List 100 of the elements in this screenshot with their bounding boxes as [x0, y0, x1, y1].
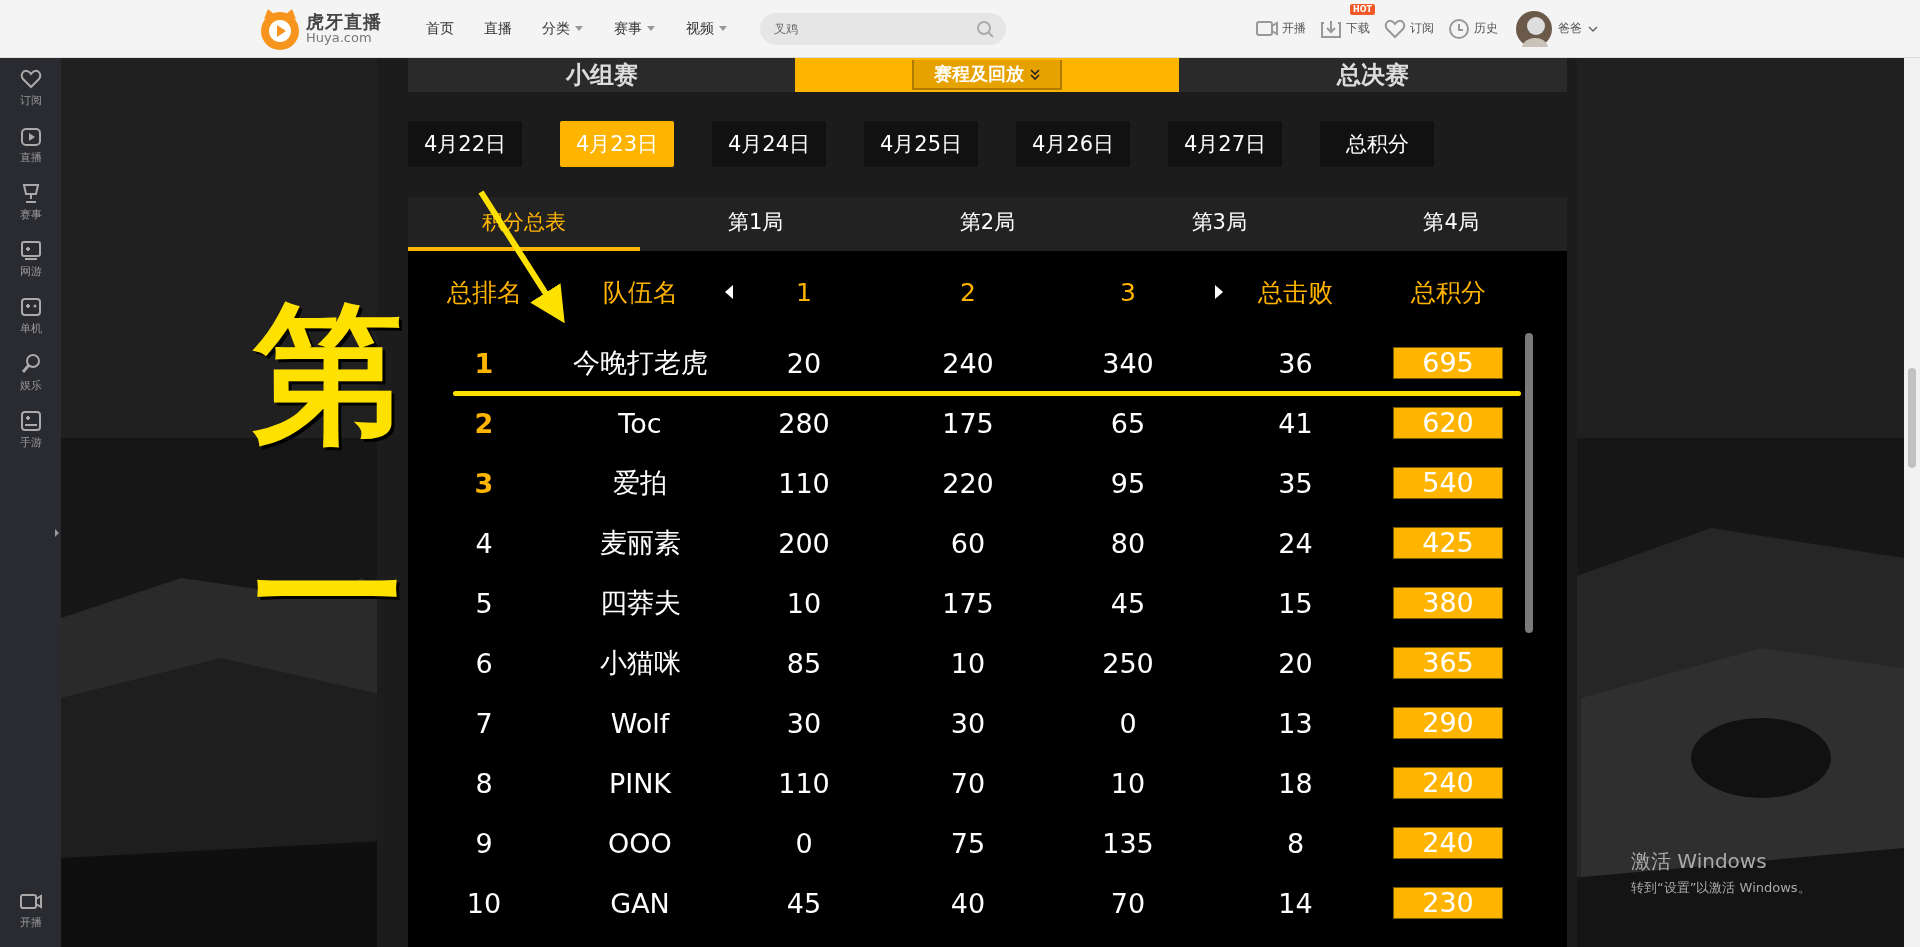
table-cell: 240: [942, 347, 994, 379]
nav-link[interactable]: 分类: [542, 19, 584, 38]
sidebar-item[interactable]: 单机: [19, 296, 42, 336]
double-chevron-icon: [1030, 68, 1040, 80]
table-cell: 10: [1110, 767, 1146, 799]
table-scrollbar[interactable]: [1525, 333, 1533, 633]
team-name: Toc: [618, 407, 662, 439]
date-button[interactable]: 4月26日: [1016, 121, 1130, 167]
search-field[interactable]: 叉鸡: [760, 12, 1006, 45]
table-cell: 8: [1286, 827, 1305, 859]
sidebar-item[interactable]: 赛事: [19, 182, 42, 222]
rank-cell: 2: [474, 407, 494, 439]
table-cell: 220: [942, 467, 994, 499]
table-cell: 70: [950, 767, 986, 799]
header-link[interactable]: 订阅: [1384, 18, 1434, 39]
tv-icon: [19, 125, 42, 147]
expand-arrow-icon: [54, 528, 60, 538]
team-name: 麦丽素: [599, 526, 681, 560]
activation-hint: 转到“设置”以激活 Windows。: [1631, 879, 1811, 897]
clock-icon: [1448, 18, 1470, 39]
gamepad-icon: [19, 296, 42, 318]
rank-cell: 5: [475, 587, 493, 619]
header-link[interactable]: 下载: [1320, 18, 1370, 39]
round-tab[interactable]: 第2局: [871, 197, 1104, 251]
team-name: GAN: [610, 887, 670, 919]
annotation-character: 一: [253, 518, 403, 668]
table-cell: 36: [1278, 347, 1313, 379]
table-cell: 70: [1110, 887, 1146, 919]
total-score: 620: [1393, 407, 1503, 439]
table-cell: 75: [950, 827, 986, 859]
table-cell: 95: [1110, 467, 1146, 499]
sidebar-item[interactable]: 直播: [19, 125, 42, 165]
table-cell: 45: [1110, 587, 1146, 619]
previous-arrow-icon[interactable]: [724, 284, 734, 300]
stage-tab[interactable]: 总决赛: [1179, 58, 1566, 92]
chevron-down-icon: [1588, 24, 1598, 33]
rank-cell: 6: [475, 647, 493, 679]
table-cell: 175: [942, 407, 994, 439]
monitor-gamepad-icon: [19, 239, 42, 261]
team-name: 爱拍: [613, 466, 667, 500]
table-cell: 250: [1102, 647, 1154, 679]
date-button[interactable]: 4月25日: [864, 121, 978, 167]
total-score: 290: [1393, 707, 1503, 739]
heart-icon: [1384, 18, 1406, 39]
stage-tab[interactable]: 小组赛: [408, 58, 795, 92]
next-arrow-icon[interactable]: [1214, 284, 1224, 300]
table-cell: 14: [1278, 887, 1313, 919]
annotation-character: 第: [253, 298, 403, 448]
table-cell: 40: [950, 887, 986, 919]
column-header: 3: [1120, 277, 1136, 307]
nav-link[interactable]: 首页: [426, 19, 454, 38]
team-name: 今晚打老虎: [572, 346, 708, 380]
microphone-icon: [19, 353, 42, 375]
date-button[interactable]: 4月27日: [1168, 121, 1282, 167]
rank-cell: 4: [475, 527, 493, 559]
sidebar-item[interactable]: 网游: [19, 239, 42, 279]
table-cell: 135: [1102, 827, 1154, 859]
team-name: 四莽夫: [599, 586, 681, 620]
camera-icon: [19, 891, 42, 912]
user-name[interactable]: 爸爸: [1558, 20, 1582, 37]
logo-name[interactable]: 虎牙直播: [306, 13, 382, 31]
nav-link[interactable]: 视频: [686, 19, 728, 38]
nav-link[interactable]: 赛事: [614, 19, 656, 38]
table-cell: 175: [942, 587, 994, 619]
date-button[interactable]: 4月24日: [712, 121, 826, 167]
round-tab[interactable]: 第4局: [1335, 197, 1567, 251]
total-score: 365: [1393, 647, 1503, 679]
sidebar-item[interactable]: 开播: [19, 891, 42, 930]
nav-link[interactable]: 直播: [484, 19, 512, 38]
table-cell: 340: [1102, 347, 1154, 379]
date-button[interactable]: 总积分: [1320, 121, 1434, 167]
search-icon: [976, 19, 994, 38]
table-cell: 30: [786, 707, 822, 739]
header-link[interactable]: 历史: [1448, 18, 1498, 39]
team-name: PINK: [608, 767, 672, 799]
date-button[interactable]: 4月22日: [408, 121, 522, 167]
table-cell: 110: [778, 767, 830, 799]
sidebar-item[interactable]: 订阅: [19, 68, 42, 108]
table-cell: 41: [1278, 407, 1313, 439]
sidebar-item[interactable]: 手游: [19, 410, 42, 450]
team-name: 小猫咪: [599, 646, 681, 680]
table-cell: 45: [786, 887, 822, 919]
round-tab[interactable]: 第3局: [1103, 197, 1336, 251]
column-header: 队伍名: [602, 276, 678, 309]
table-cell: 200: [778, 527, 830, 559]
column-header: 2: [960, 277, 976, 307]
total-score: 695: [1393, 347, 1503, 379]
page-scrollbar[interactable]: [1904, 58, 1920, 947]
round-tab[interactable]: 第1局: [639, 197, 872, 251]
table-cell: 18: [1278, 767, 1313, 799]
header-link[interactable]: 开播: [1256, 18, 1306, 39]
table-cell: 80: [1110, 527, 1146, 559]
sidebar-item[interactable]: 娱乐: [19, 353, 42, 393]
total-score: 425: [1393, 527, 1503, 559]
rank-cell: 7: [475, 707, 493, 739]
column-header: 总积分: [1410, 276, 1486, 309]
total-score: 540: [1393, 467, 1503, 499]
table-cell: 13: [1278, 707, 1313, 739]
camera-icon: [1256, 18, 1278, 39]
team-name: Wolf: [610, 707, 670, 739]
